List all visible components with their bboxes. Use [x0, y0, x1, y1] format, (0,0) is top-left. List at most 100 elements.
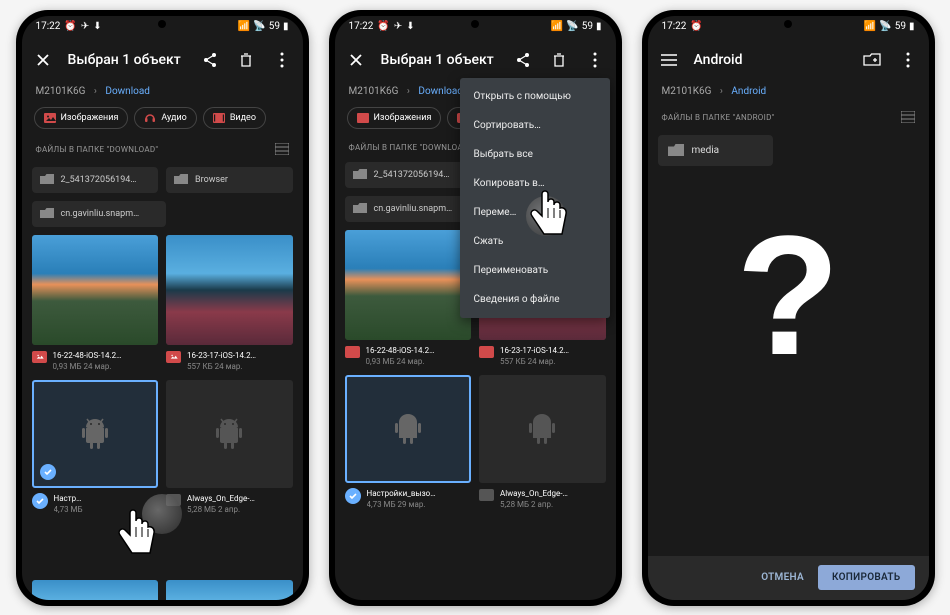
image-type-icon [479, 346, 494, 358]
share-icon[interactable] [512, 49, 534, 71]
app-thumbnail[interactable] [479, 375, 606, 483]
breadcrumb-current[interactable]: Download [418, 86, 463, 97]
app-thumbnail[interactable] [345, 375, 472, 483]
notif-icon: ⬇ [93, 21, 101, 32]
battery-icon: ▮ [909, 21, 915, 32]
signal-icon: 📶 [238, 21, 250, 32]
new-folder-icon[interactable] [861, 49, 883, 71]
folder-icon [668, 144, 684, 157]
more-icon[interactable] [584, 49, 606, 71]
breadcrumb-root[interactable]: M2101K6G [36, 86, 86, 97]
question-mark-overlay: ? [736, 211, 840, 381]
menu-select-all[interactable]: Выбрать все [460, 140, 610, 169]
android-icon [214, 417, 244, 451]
menu-sort[interactable]: Сортировать… [460, 111, 610, 140]
image-type-icon [32, 351, 47, 363]
check-icon [345, 488, 361, 504]
close-icon[interactable] [345, 49, 367, 71]
folder-icon [353, 169, 367, 181]
bottom-action-bar: ОТМЕНА КОПИРОВАТЬ [648, 556, 929, 600]
battery-pct: 59 [582, 21, 593, 32]
chip-video[interactable]: Видео [203, 107, 266, 129]
close-icon[interactable] [32, 49, 54, 71]
app-thumbnail[interactable] [32, 380, 159, 488]
menu-details[interactable]: Сведения о файле [460, 285, 610, 314]
phone-1: 17:22 ⏰ ✈ ⬇ 📶 📡 59 ▮ Выбран 1 объект [16, 10, 309, 606]
status-bar: 17:22 ⏰ ✈ ⬇ 📶 📡 59 ▮ [335, 16, 616, 38]
android-icon [80, 417, 110, 451]
breadcrumb[interactable]: M2101K6G › Download [22, 82, 303, 107]
breadcrumb-current[interactable]: Android [731, 86, 766, 97]
more-icon[interactable] [271, 49, 293, 71]
image-type-icon [345, 346, 360, 358]
phone-2: 17:22 ⏰ ✈ ⬇ 📶 📡 59 ▮ Выбран 1 объект [329, 10, 622, 606]
app-thumbnail[interactable] [166, 380, 293, 488]
delete-icon[interactable] [235, 49, 257, 71]
page-title: Выбран 1 объект [68, 52, 185, 68]
notif-icon: ⬇ [406, 21, 414, 32]
tap-highlight [142, 494, 182, 534]
more-icon[interactable] [897, 49, 919, 71]
status-bar: 17:22 ⏰ 📶 📡 59 ▮ [648, 16, 929, 38]
headphones-icon [144, 112, 156, 124]
breadcrumb[interactable]: M2101K6G › Android [648, 82, 929, 107]
chip-audio[interactable]: Аудио [134, 107, 196, 129]
android-type-icon [479, 489, 494, 501]
filter-chips: Изображения Аудио Видео [22, 107, 303, 139]
image-item[interactable]: 16-22-48-iOS-14.2… 0,93 МБ 24 мар. [345, 230, 472, 367]
signal-icon: 📶 [551, 21, 563, 32]
status-time: 17:22 [36, 21, 61, 32]
folder-icon [353, 203, 367, 215]
alarm-icon: ⏰ [377, 21, 389, 32]
folder-media[interactable]: media [658, 135, 773, 166]
image-thumbnail[interactable] [32, 235, 159, 345]
breadcrumb-root[interactable]: M2101K6G [662, 86, 712, 97]
wifi-icon: 📡 [879, 21, 891, 32]
app-item-selected[interactable]: Настр… 4,73 МБ [32, 380, 159, 515]
page-title: Выбран 1 объект [381, 52, 498, 68]
chip-images[interactable]: Изображения [34, 107, 129, 129]
status-time: 17:22 [662, 21, 687, 32]
menu-open-with[interactable]: Открыть с помощью [460, 82, 610, 111]
app-bar: Android [648, 38, 929, 82]
battery-icon: ▮ [283, 21, 289, 32]
alarm-icon: ⏰ [690, 21, 702, 32]
image-thumbnail[interactable] [345, 230, 472, 340]
menu-rename[interactable]: Переименовать [460, 256, 610, 285]
wifi-icon: 📡 [566, 21, 578, 32]
cancel-button[interactable]: ОТМЕНА [761, 572, 804, 583]
folder-item[interactable]: cn.gavinliu.snapm… [32, 201, 167, 227]
delete-icon[interactable] [548, 49, 570, 71]
section-header: ФАЙЛЫ В ПАПКЕ "DOWNLOAD" [22, 139, 303, 167]
partial-row [32, 580, 293, 600]
folder-item[interactable]: Browser [166, 167, 293, 193]
share-icon[interactable] [199, 49, 221, 71]
folder-icon [174, 174, 188, 186]
telegram-icon: ✈ [81, 21, 89, 32]
battery-pct: 59 [269, 21, 280, 32]
app-item[interactable]: Always_On_Edge-… 5,28 МБ 2 апр. [479, 375, 606, 510]
app-item[interactable]: Always_On_Edge-… 5,28 МБ 2 апр. [166, 380, 293, 515]
folder-icon [40, 174, 54, 186]
section-header: ФАЙЛЫ В ПАПКЕ "ANDROID" [648, 107, 929, 135]
status-time: 17:22 [349, 21, 374, 32]
view-toggle-icon[interactable] [901, 111, 915, 125]
breadcrumb-root[interactable]: M2101K6G [349, 86, 399, 97]
image-thumbnail[interactable] [166, 235, 293, 345]
wifi-icon: 📡 [253, 21, 265, 32]
copy-button[interactable]: КОПИРОВАТЬ [818, 565, 915, 590]
menu-copy-to[interactable]: Копировать в… [460, 169, 610, 198]
context-menu: Открыть с помощью Сортировать… Выбрать в… [460, 78, 610, 318]
folder-item[interactable]: 2_541372056194… [32, 167, 159, 193]
phone-3: 17:22 ⏰ 📶 📡 59 ▮ Android M2101K6G [642, 10, 935, 606]
status-bar: 17:22 ⏰ ✈ ⬇ 📶 📡 59 ▮ [22, 16, 303, 38]
menu-icon[interactable] [658, 49, 680, 71]
image-item[interactable]: 16-22-48-iOS-14.2… 0,93 МБ 24 мар. [32, 235, 159, 372]
folder-icon [40, 208, 54, 220]
image-item[interactable]: 16-23-17-iOS-14.2… 557 КБ 24 мар. [166, 235, 293, 372]
view-toggle-icon[interactable] [275, 143, 289, 157]
app-item-selected[interactable]: Настройки_вызо… 4,73 МБ 29 мар. [345, 375, 472, 510]
breadcrumb-current[interactable]: Download [105, 86, 150, 97]
image-icon [44, 112, 56, 124]
chip-images[interactable]: Изображения [347, 107, 442, 129]
